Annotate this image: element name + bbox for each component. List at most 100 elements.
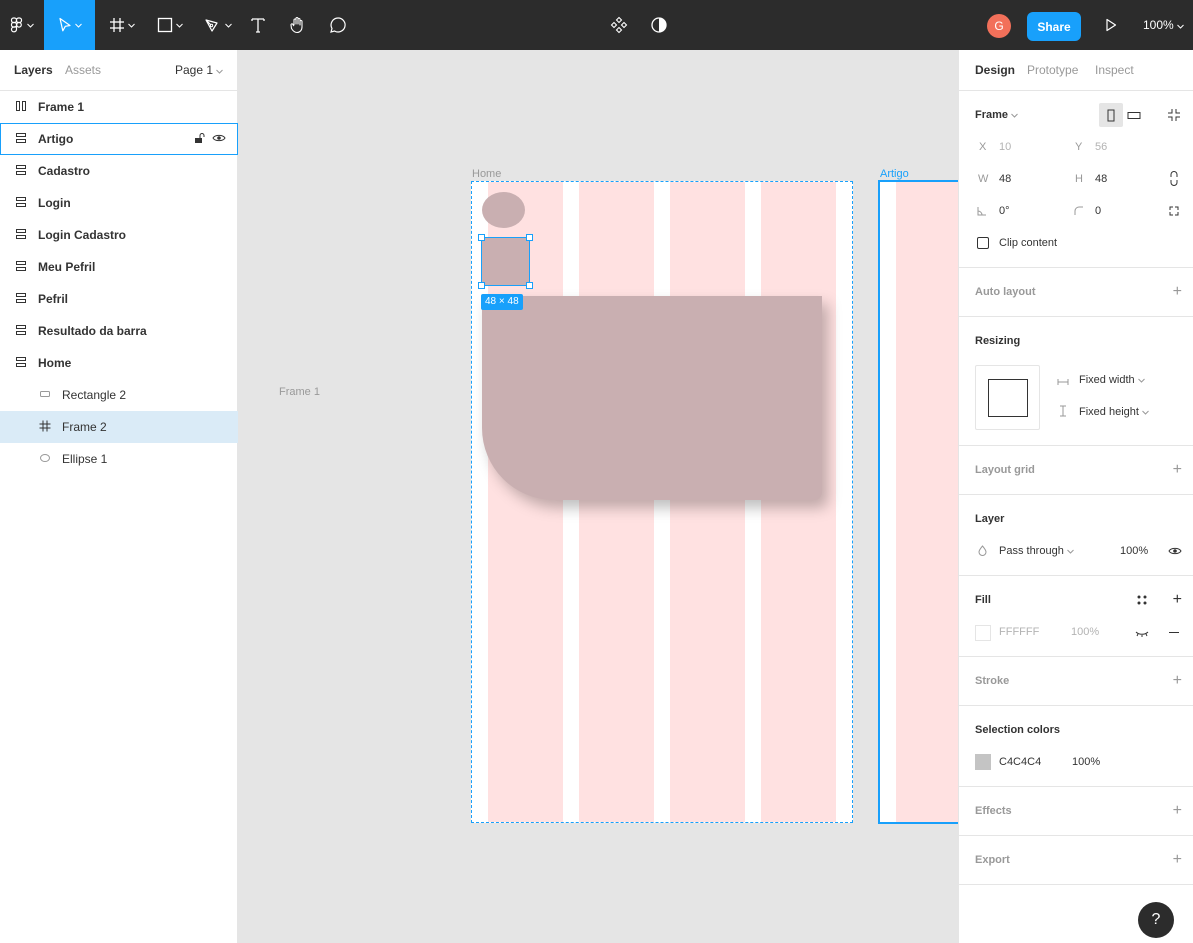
- layer-login[interactable]: Login: [0, 187, 238, 219]
- present-button[interactable]: [1098, 0, 1124, 50]
- auto-layout-section: Auto layout +: [959, 268, 1193, 317]
- plus-icon[interactable]: +: [1173, 673, 1182, 689]
- layer-login-cadastro[interactable]: Login Cadastro: [0, 219, 238, 251]
- resize-to-fit-icon[interactable]: [1167, 108, 1181, 125]
- chevron-down-icon: [74, 23, 82, 28]
- independent-corners-icon[interactable]: [1169, 205, 1179, 219]
- layer-meu-pefril[interactable]: Meu Pefril: [0, 251, 238, 283]
- fill-opacity-input[interactable]: 100%: [1071, 626, 1099, 638]
- home-frame[interactable]: 48 × 48: [471, 181, 853, 823]
- share-button[interactable]: Share: [1027, 12, 1081, 41]
- layer-home[interactable]: Home: [0, 347, 238, 379]
- layer-pefril[interactable]: Pefril: [0, 283, 238, 315]
- frame-1-label[interactable]: Frame 1: [279, 386, 320, 398]
- canvas[interactable]: Frame 1 Home 48 × 48 Artigo: [238, 50, 958, 943]
- components-button[interactable]: [605, 0, 633, 50]
- plus-icon[interactable]: +: [1173, 852, 1182, 868]
- rows-icon: [15, 356, 27, 371]
- artigo-frame-label[interactable]: Artigo: [880, 168, 909, 180]
- user-avatar[interactable]: G: [987, 14, 1011, 38]
- layer-label: Rectangle 2: [62, 388, 127, 402]
- rectangle-2[interactable]: [482, 296, 822, 500]
- layout-grid-section: Layout grid +: [959, 446, 1193, 495]
- pen-tool-button[interactable]: [196, 0, 240, 50]
- selection-handle[interactable]: [526, 282, 533, 289]
- height-resize-dropdown[interactable]: Fixed height: [1079, 406, 1149, 418]
- minus-icon[interactable]: [1169, 632, 1179, 633]
- move-tool-button[interactable]: [44, 0, 95, 50]
- chevron-down-icon: [225, 23, 232, 28]
- eye-icon[interactable]: [1168, 545, 1182, 560]
- pen-icon: [204, 17, 222, 33]
- selection-handle[interactable]: [478, 234, 485, 241]
- plus-icon[interactable]: +: [1173, 284, 1182, 300]
- rectangle-layer-icon: [39, 388, 51, 403]
- selection-color-opacity[interactable]: 100%: [1072, 756, 1100, 768]
- selection-handle[interactable]: [526, 234, 533, 241]
- tab-assets[interactable]: Assets: [65, 63, 101, 77]
- tab-layers[interactable]: Layers: [14, 63, 53, 77]
- rows-icon: [15, 292, 27, 307]
- layer-cadastro[interactable]: Cadastro: [0, 155, 238, 187]
- tab-prototype[interactable]: Prototype: [1027, 63, 1078, 77]
- chevron-down-icon: [1142, 406, 1149, 418]
- tab-design[interactable]: Design: [975, 63, 1015, 77]
- layer-ellipse-1[interactable]: Ellipse 1: [0, 443, 238, 475]
- artigo-frame[interactable]: [878, 180, 958, 824]
- selection-color-hex[interactable]: C4C4C4: [999, 756, 1041, 768]
- radius-input[interactable]: 0: [1095, 205, 1101, 217]
- w-input[interactable]: 48: [999, 173, 1011, 185]
- style-icon[interactable]: [1136, 594, 1148, 609]
- ellipse-1[interactable]: [482, 192, 525, 228]
- page-selector[interactable]: Page 1: [175, 63, 224, 77]
- home-frame-label[interactable]: Home: [472, 168, 501, 180]
- fill-swatch[interactable]: [975, 625, 991, 641]
- plus-icon[interactable]: +: [1173, 462, 1182, 478]
- landscape-icon[interactable]: [1127, 109, 1141, 123]
- plus-icon[interactable]: +: [1173, 803, 1182, 819]
- width-resize-dropdown[interactable]: Fixed width: [1079, 374, 1145, 386]
- help-button[interactable]: ?: [1138, 902, 1174, 938]
- plus-icon[interactable]: +: [1173, 592, 1182, 608]
- frame-2[interactable]: [478, 234, 533, 289]
- eye-closed-icon[interactable]: [1135, 627, 1149, 641]
- tab-inspect[interactable]: Inspect: [1095, 63, 1134, 77]
- x-label: X: [979, 141, 987, 153]
- right-panel-tabs: Design Prototype Inspect: [959, 50, 1193, 91]
- hand-tool-button[interactable]: [284, 0, 312, 50]
- layer-label: Artigo: [38, 132, 74, 146]
- comment-tool-button[interactable]: [324, 0, 352, 50]
- layout-grid-title: Layout grid: [975, 464, 1035, 476]
- layer-artigo[interactable]: Artigo: [0, 123, 238, 155]
- selection-color-swatch[interactable]: [975, 754, 991, 770]
- layer-rectangle-2[interactable]: Rectangle 2: [0, 379, 238, 411]
- layer-label: Resultado da barra: [38, 324, 147, 338]
- eye-icon[interactable]: [212, 132, 226, 147]
- contrast-button[interactable]: [645, 0, 673, 50]
- blend-mode-dropdown[interactable]: Pass through: [999, 545, 1074, 557]
- selection-colors-section: Selection colors C4C4C4 100%: [959, 706, 1193, 787]
- frame-type-dropdown[interactable]: Frame: [975, 109, 1018, 121]
- clip-content-checkbox[interactable]: [977, 237, 989, 249]
- size-badge: 48 × 48: [481, 294, 523, 310]
- frame-tool-button[interactable]: [100, 0, 144, 50]
- h-input[interactable]: 48: [1095, 173, 1107, 185]
- height-resize-label: Fixed height: [1079, 406, 1139, 418]
- selection-handle[interactable]: [478, 282, 485, 289]
- y-input[interactable]: 56: [1095, 141, 1107, 153]
- text-tool-button[interactable]: [244, 0, 272, 50]
- x-input[interactable]: 10: [999, 141, 1011, 153]
- rotation-input[interactable]: 0°: [999, 205, 1010, 217]
- layer-frame-1[interactable]: Frame 1: [0, 91, 238, 123]
- portrait-icon[interactable]: [1099, 103, 1123, 127]
- constrain-proportions-icon[interactable]: [1170, 171, 1178, 189]
- layer-opacity-input[interactable]: 100%: [1120, 545, 1148, 557]
- layer-resultado-da-barra[interactable]: Resultado da barra: [0, 315, 238, 347]
- figma-menu-icon: [10, 17, 24, 33]
- fill-hex-input[interactable]: FFFFFF: [999, 626, 1039, 638]
- shape-tool-button[interactable]: [148, 0, 192, 50]
- layer-frame-2[interactable]: Frame 2: [0, 411, 238, 443]
- zoom-dropdown[interactable]: 100%: [1143, 0, 1184, 50]
- unlock-icon[interactable]: [193, 132, 205, 147]
- main-menu-button[interactable]: [0, 0, 44, 50]
